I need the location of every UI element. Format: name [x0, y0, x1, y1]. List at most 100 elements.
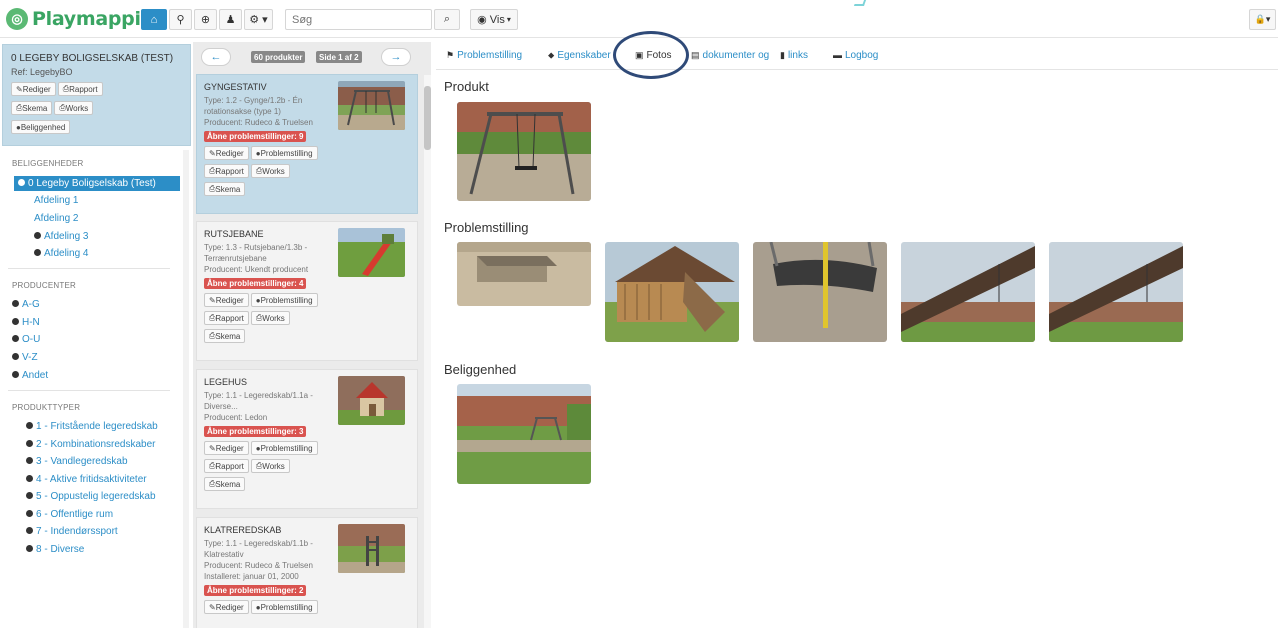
problem-photo[interactable]	[457, 242, 591, 306]
circle-icon	[12, 299, 19, 307]
skema-button[interactable]: ⎙ Skema	[204, 329, 246, 343]
next-page-button[interactable]: →	[381, 48, 411, 66]
sidebar-item-producent[interactable]: H-N	[12, 317, 40, 328]
product-card[interactable]: LEGEHUS Type: 1.1 - Legeredskab/1.1a - D…	[196, 369, 418, 509]
sidebar-item-produkttype[interactable]: 7 - Indendørssport	[26, 526, 118, 537]
lock-menu-icon[interactable]: 🔒▾	[1249, 9, 1276, 30]
flag-icon: ⚑	[446, 50, 455, 60]
product-card[interactable]: KLATREREDSKAB Type: 1.1 - Legeredskab/1.…	[196, 517, 418, 628]
product-thumbnail[interactable]	[338, 81, 405, 130]
beliggenhed-heading: Beliggenhed	[444, 362, 517, 377]
tag-icon: ⬥	[548, 50, 555, 60]
rapport-button[interactable]: ⎙ Rapport	[204, 459, 249, 473]
eye-icon: ◉	[477, 14, 487, 26]
tab-problemstilling[interactable]: ⚑ Problemstilling	[446, 50, 522, 61]
rediger-button[interactable]: ✎ Rediger	[204, 600, 249, 614]
zoom-icon[interactable]: ⊕	[194, 9, 217, 30]
sidebar-item-produkttype[interactable]: 2 - Kombinationsredskaber	[26, 439, 156, 450]
rapport-button[interactable]: ⎙ Rapport	[204, 311, 249, 325]
product-type: Type: 1.2 - Gynge/1.2b - Én rotationsaks…	[204, 96, 303, 116]
sidebar-item-afdeling-1[interactable]: Afdeling 1	[34, 195, 78, 206]
problem-photo[interactable]	[605, 242, 739, 342]
rediger-label: Rediger	[215, 443, 244, 453]
user-icon[interactable]: ♟	[219, 9, 242, 30]
beliggenhed-button[interactable]: ● Beliggenhed	[11, 120, 71, 134]
left-sidebar: 0 LEGEBY BOLIGSELSKAB (TEST) Ref: Legeby…	[0, 42, 191, 628]
product-card[interactable]: RUTSJEBANE Type: 1.3 - Rutsjebane/1.3b -…	[196, 221, 418, 361]
problem-photo[interactable]	[1049, 242, 1183, 342]
problemstilling-button[interactable]: ● Problemstilling	[250, 146, 318, 160]
location-title: 0 LEGEBY BOLIGSELSKAB (TEST)	[11, 53, 174, 64]
search-input[interactable]	[285, 9, 432, 30]
home-icon[interactable]: ⌂	[141, 9, 167, 30]
location-photo[interactable]	[457, 384, 591, 484]
sidebar-item-producent[interactable]: V-Z	[12, 352, 38, 363]
vis-dropdown-button[interactable]: ◉ Vis ▾	[470, 9, 518, 30]
circle-icon	[26, 421, 33, 429]
search-icon[interactable]: ⌕	[434, 9, 460, 30]
rapport-button[interactable]: ⎙ Rapport	[57, 82, 103, 96]
works-button[interactable]: ⎙ Works	[54, 101, 94, 115]
settings-dropdown-icon[interactable]: ⚙ ▾	[244, 9, 273, 30]
sidebar-item-label: 6 - Offentlige rum	[36, 509, 114, 520]
chevron-down-icon: ▾	[506, 15, 511, 24]
problemstilling-button[interactable]: ● Problemstilling	[250, 441, 318, 455]
works-button[interactable]: ⎙ Works	[250, 164, 290, 178]
product-installed: Installeret: januar 01, 2000	[204, 572, 299, 581]
sidebar-item-afdeling-3[interactable]: Afdeling 3	[34, 231, 88, 242]
sidebar-item-label: H-N	[22, 317, 40, 328]
rediger-button[interactable]: ✎ Rediger	[204, 146, 249, 160]
skema-button[interactable]: ⎙ Skema	[204, 182, 246, 196]
prev-page-button[interactable]: ←	[201, 48, 231, 66]
sidebar-item-producent[interactable]: O-U	[12, 334, 40, 345]
sidebar-item-label: 4 - Aktive fritidsaktiviteter	[36, 474, 147, 485]
circle-icon	[12, 334, 19, 342]
tab-links[interactable]: ▮ links	[780, 50, 808, 61]
works-label: Works	[65, 103, 89, 113]
sidebar-item-produkttype[interactable]: 1 - Fritstående legeredskab	[26, 421, 158, 432]
product-thumbnail[interactable]	[338, 228, 405, 277]
sidebar-item-label: O-U	[22, 334, 41, 345]
rediger-button[interactable]: ✎ Rediger	[204, 441, 249, 455]
sidebar-item-producent[interactable]: A-G	[12, 299, 40, 310]
tab-egenskaber[interactable]: ⬥ Egenskaber	[548, 50, 611, 61]
sidebar-item-produkttype[interactable]: 3 - Vandlegeredskab	[26, 456, 128, 467]
problemstilling-button[interactable]: ● Problemstilling	[250, 600, 318, 614]
left-scrollbar[interactable]	[183, 150, 189, 628]
map-pin-icon[interactable]: ⚲	[169, 9, 192, 30]
tab-dokumenter[interactable]: ▤ dokumenter og	[691, 50, 769, 61]
file-icon: ▤	[691, 50, 700, 60]
tab-logbog[interactable]: ▬ Logbog	[833, 50, 878, 61]
bookmark-icon: ▮	[780, 50, 785, 60]
sidebar-item-produkttype[interactable]: 8 - Diverse	[26, 544, 84, 555]
rediger-button[interactable]: ✎ Rediger	[11, 82, 56, 96]
sidebar-item-afdeling-2[interactable]: Afdeling 2	[34, 213, 78, 224]
product-list-scrollbar[interactable]	[424, 75, 431, 628]
page-badge: Side 1 af 2	[316, 51, 362, 63]
product-thumbnail[interactable]	[338, 524, 405, 573]
sidebar-item-legeby[interactable]: 0 Legeby Boligselskab (Test)	[14, 176, 180, 191]
rediger-button[interactable]: ✎ Rediger	[204, 293, 249, 307]
skema-button[interactable]: ⎙ Skema	[204, 477, 246, 491]
problem-photo[interactable]	[901, 242, 1035, 342]
rapport-button[interactable]: ⎙ Rapport	[204, 164, 249, 178]
tab-label: links	[787, 50, 808, 61]
sidebar-item-afdeling-4[interactable]: Afdeling 4	[34, 248, 88, 259]
works-label: Works	[262, 461, 285, 471]
problem-photo[interactable]	[753, 242, 887, 342]
product-photo[interactable]	[457, 102, 591, 201]
product-type: Type: 1.1 - Legeredskab/1.1b - Klatresta…	[204, 539, 313, 559]
sidebar-item-produkttype[interactable]: 6 - Offentlige rum	[26, 509, 113, 520]
scrollbar-thumb[interactable]	[424, 86, 431, 150]
sidebar-item-producent[interactable]: Andet	[12, 370, 48, 381]
works-button[interactable]: ⎙ Works	[250, 459, 290, 473]
product-card[interactable]: GYNGESTATIV Type: 1.2 - Gynge/1.2b - Én …	[196, 74, 418, 214]
producenter-heading: PRODUCENTER	[12, 281, 76, 290]
divider	[8, 390, 170, 391]
works-button[interactable]: ⎙ Works	[250, 311, 290, 325]
sidebar-item-produkttype[interactable]: 4 - Aktive fritidsaktiviteter	[26, 474, 147, 485]
sidebar-item-produkttype[interactable]: 5 - Oppustelig legeredskab	[26, 491, 156, 502]
skema-button[interactable]: ⎙ Skema	[11, 101, 53, 115]
problemstilling-button[interactable]: ● Problemstilling	[250, 293, 318, 307]
product-thumbnail[interactable]	[338, 376, 405, 425]
